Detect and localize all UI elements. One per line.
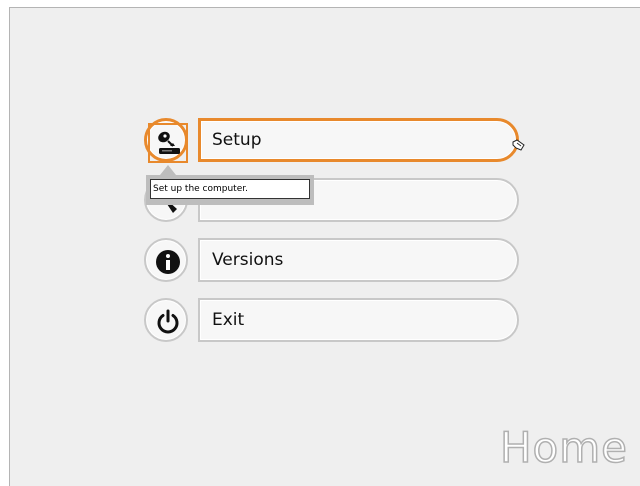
- versions-button[interactable]: Versions: [198, 238, 519, 282]
- tooltip-text: Set up the computer.: [150, 179, 310, 199]
- exit-button[interactable]: Exit: [198, 298, 519, 342]
- power-icon: [157, 309, 179, 334]
- menu-item-setup[interactable]: Setup: [144, 118, 519, 164]
- tooltip: Set up the computer.: [146, 165, 314, 205]
- menu-item-exit[interactable]: Exit: [144, 298, 519, 344]
- screen-title: Home: [499, 422, 628, 473]
- info-icon: [156, 250, 180, 274]
- home-screen: Setup Utilities Versions Exit: [9, 7, 640, 486]
- exit-icon-button[interactable]: [144, 298, 188, 342]
- setup-button[interactable]: Setup: [198, 118, 519, 162]
- setup-icon-button[interactable]: [144, 118, 188, 163]
- setup-icon: [158, 131, 180, 154]
- versions-icon-button[interactable]: [144, 238, 188, 282]
- hand-cursor-icon: [512, 139, 525, 151]
- menu-item-versions[interactable]: Versions: [144, 238, 519, 284]
